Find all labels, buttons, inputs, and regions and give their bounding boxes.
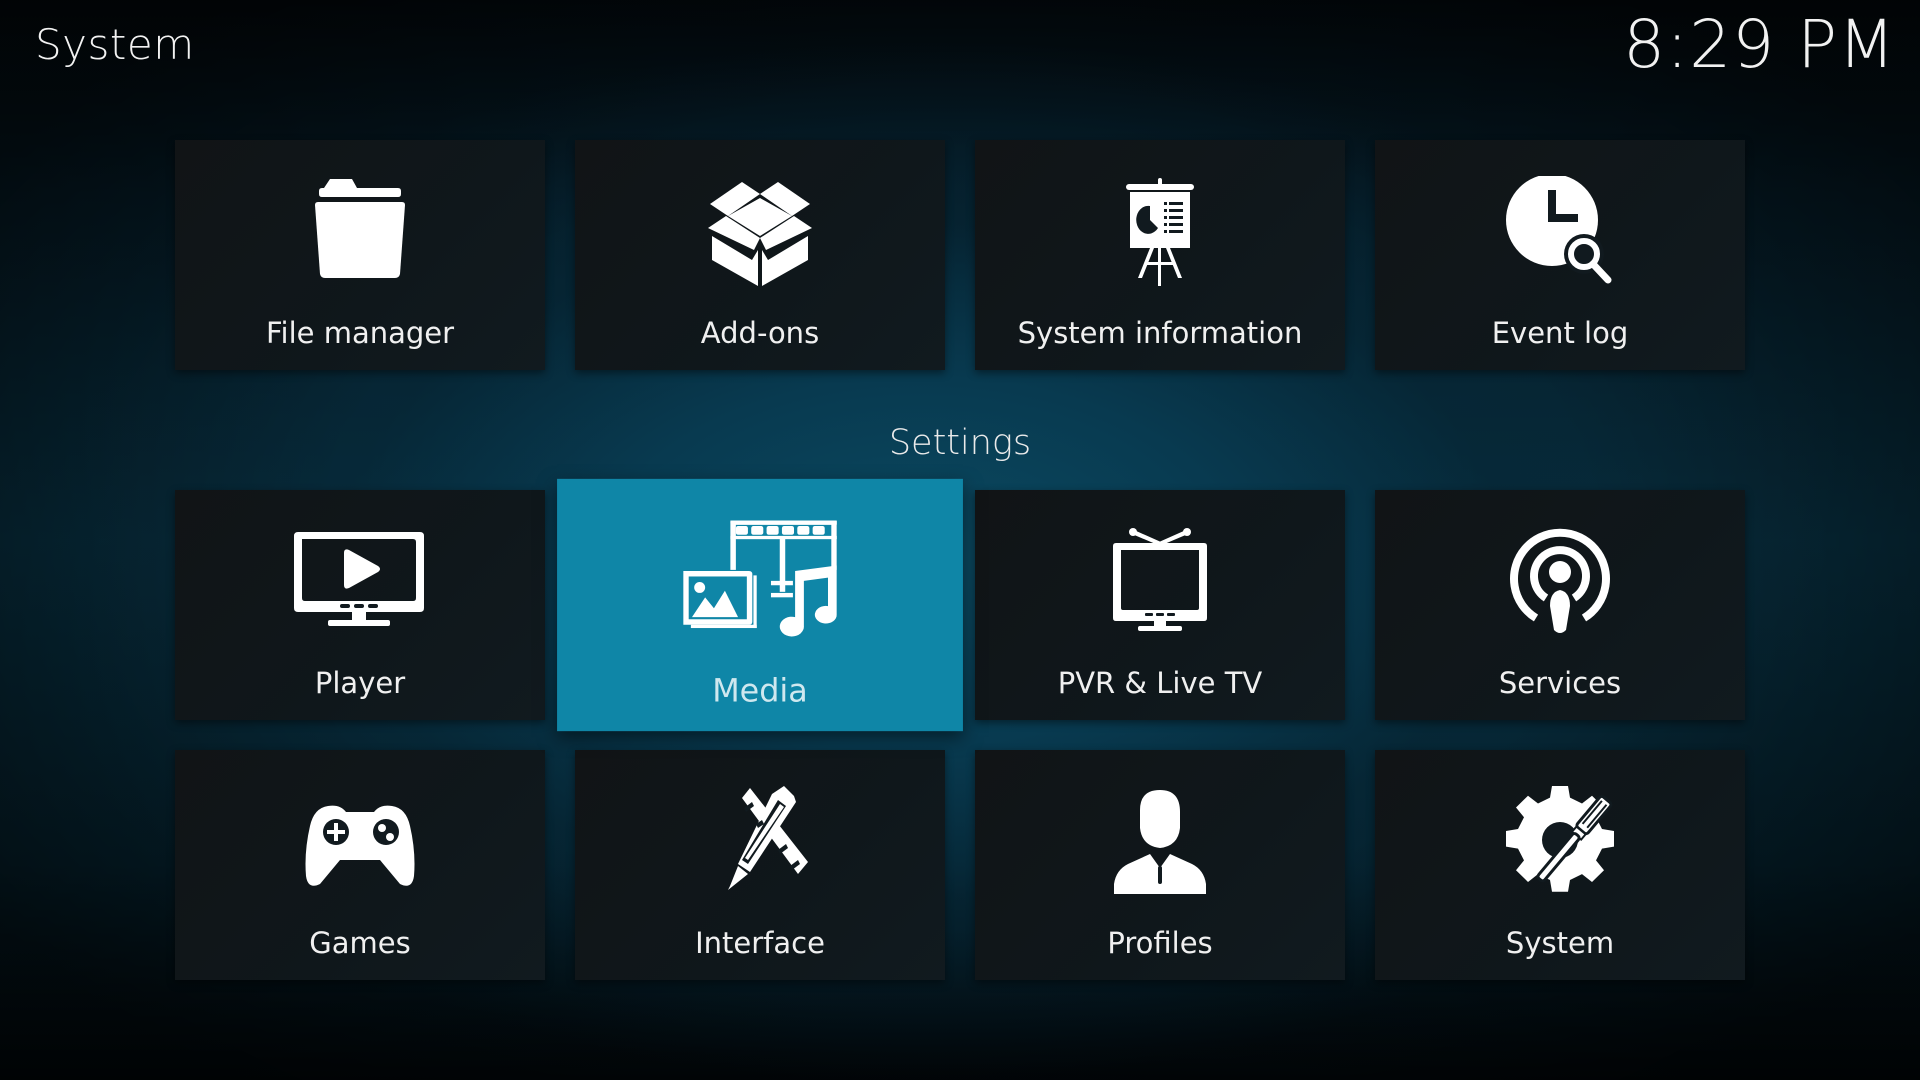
tile-player[interactable]: Player [175, 490, 545, 720]
person-icon [1090, 786, 1230, 896]
open-box-icon [690, 176, 830, 286]
clock-search-icon [1490, 176, 1630, 286]
tile-label: Player [314, 666, 406, 700]
settings-section-heading: Settings [888, 423, 1032, 463]
page-title: System [35, 20, 195, 69]
tile-label: Profiles [1107, 926, 1213, 960]
tile-profiles[interactable]: Profiles [975, 750, 1345, 980]
ruler-pencil-icon [690, 786, 830, 896]
tile-system-settings[interactable]: System [1375, 750, 1745, 980]
tile-file-manager[interactable]: File manager [175, 140, 545, 370]
tv-antenna-icon [1090, 526, 1230, 636]
tile-games[interactable]: Games [175, 750, 545, 980]
folder-icon [290, 176, 430, 286]
monitor-play-icon [290, 526, 430, 636]
tile-pvr-live-tv[interactable]: PVR & Live TV [975, 490, 1345, 720]
tile-media[interactable]: Media [557, 478, 963, 732]
gamepad-icon [290, 786, 430, 896]
tile-label: Add-ons [700, 316, 820, 350]
media-collage-icon [683, 518, 837, 639]
tile-label: File manager [265, 316, 455, 350]
tile-services[interactable]: Services [1375, 490, 1745, 720]
tile-label: System information [1017, 316, 1303, 350]
tile-label: Media [712, 671, 808, 710]
clock: 8:29 PM [1623, 6, 1896, 83]
tile-interface[interactable]: Interface [575, 750, 945, 980]
tile-label: Event log [1491, 316, 1629, 350]
presentation-easel-icon [1090, 176, 1230, 286]
tile-label: Games [309, 926, 411, 960]
tile-label: PVR & Live TV [1057, 666, 1263, 700]
tile-add-ons[interactable]: Add-ons [575, 140, 945, 370]
podcast-broadcast-icon [1490, 526, 1630, 636]
tile-label: Interface [695, 926, 825, 960]
gear-screwdriver-icon [1490, 786, 1630, 896]
tile-label: System [1505, 926, 1615, 960]
tile-label: Services [1498, 666, 1622, 700]
tile-event-log[interactable]: Event log [1375, 140, 1745, 370]
tile-system-information[interactable]: System information [975, 140, 1345, 370]
